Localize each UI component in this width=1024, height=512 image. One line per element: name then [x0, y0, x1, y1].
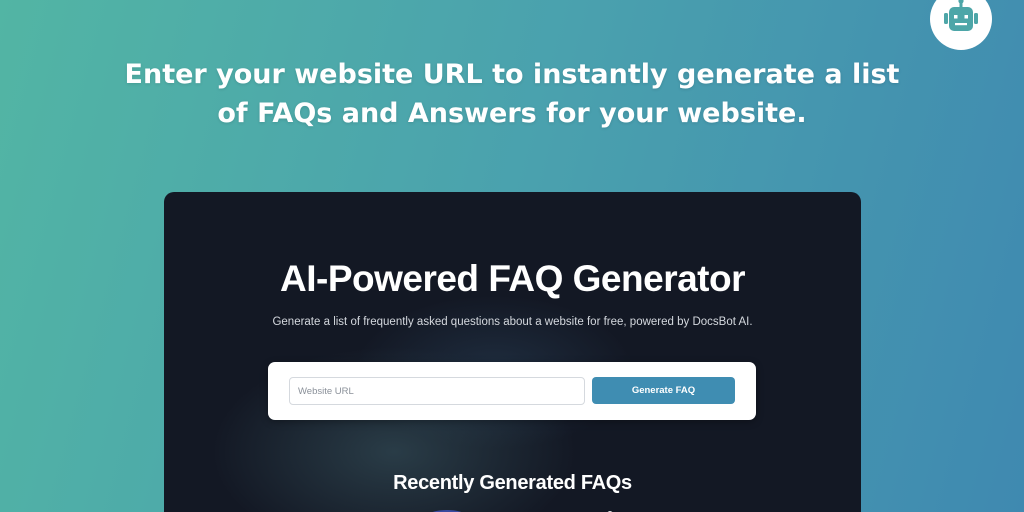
generate-faq-button[interactable]: Generate FAQ [592, 377, 735, 404]
headline-line-2: of FAQs and Answers for your website. [217, 98, 807, 129]
headline-line-1: Enter your website URL to instantly gene… [124, 59, 900, 90]
docsbot-logo[interactable] [930, 0, 992, 50]
url-form: Generate FAQ [268, 362, 756, 420]
faq-generator-panel: AI-Powered FAQ Generator Generate a list… [164, 192, 861, 512]
page-headline: Enter your website URL to instantly gene… [0, 55, 1024, 133]
tool-subtitle: Generate a list of frequently asked ques… [272, 316, 753, 328]
website-url-input[interactable] [289, 377, 585, 405]
tool-title: AI-Powered FAQ Generator [280, 258, 746, 299]
recent-faqs-heading: Recently Generated FAQs [393, 472, 632, 494]
robot-icon [944, 0, 978, 31]
